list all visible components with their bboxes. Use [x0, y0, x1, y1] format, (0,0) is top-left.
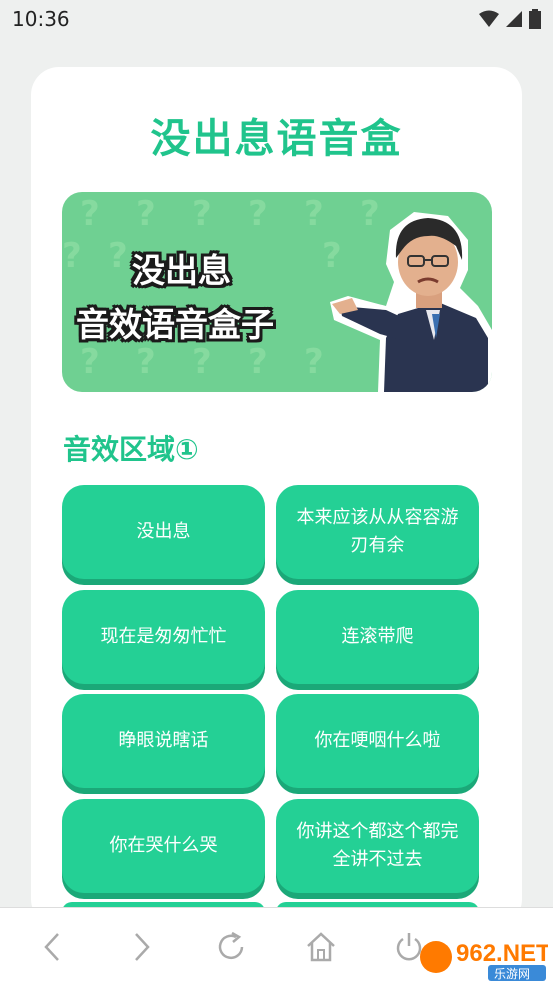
status-time: 10:36	[12, 7, 70, 31]
home-icon[interactable]	[304, 930, 338, 964]
question-mark-decoration: ?	[304, 342, 324, 382]
section-title: 音效区域①	[63, 433, 199, 466]
battery-icon	[529, 9, 541, 29]
question-mark-decoration: ?	[304, 194, 324, 234]
question-mark-decoration: ?	[192, 194, 212, 234]
status-bar: 10:36	[0, 0, 553, 38]
question-mark-decoration: ?	[136, 342, 156, 382]
question-mark-decoration: ?	[248, 194, 268, 234]
question-mark-decoration: ?	[108, 236, 128, 276]
question-mark-decoration: ?	[80, 342, 100, 382]
sound-button[interactable]: 你在哽咽什么啦	[276, 694, 479, 788]
forward-icon[interactable]	[124, 930, 158, 964]
sound-button[interactable]: 你讲这个都这个都完全讲不过去	[276, 799, 479, 893]
question-mark-decoration: ?	[248, 342, 268, 382]
signal-icon	[506, 11, 522, 27]
watermark-logo: 962.NET 乐游网	[418, 935, 551, 981]
app-title: 没出息语音盒	[150, 116, 403, 162]
question-mark-decoration: ?	[62, 236, 82, 276]
sound-button[interactable]: 连滚带爬	[276, 590, 479, 684]
sound-button[interactable]: 没出息	[62, 485, 265, 579]
status-icons	[479, 9, 541, 29]
question-mark-decoration: ?	[80, 194, 100, 234]
watermark-sub: 乐游网	[494, 967, 530, 981]
banner-line-1: 没出息	[132, 251, 231, 290]
refresh-icon[interactable]	[214, 930, 248, 964]
watermark-brand: 962.NET	[456, 940, 548, 967]
sound-button[interactable]: 本来应该从从容容游刃有余	[276, 485, 479, 579]
sound-button[interactable]: 你在哭什么哭	[62, 799, 265, 893]
question-mark-decoration: ?	[136, 194, 156, 234]
banner-line-2: 音效语音盒子	[76, 305, 274, 344]
banner-image: ? ? ? ? ? ? ? ? ? ? ? ? ? ? 没出息 音效语音盒子	[62, 192, 492, 392]
man-pointing-illustration	[330, 212, 492, 392]
question-mark-decoration: ?	[192, 342, 212, 382]
wifi-icon	[479, 10, 499, 27]
sound-button[interactable]: 现在是匆匆忙忙	[62, 590, 265, 684]
sound-button[interactable]: 睁眼说瞎话	[62, 694, 265, 788]
back-icon[interactable]	[36, 930, 70, 964]
